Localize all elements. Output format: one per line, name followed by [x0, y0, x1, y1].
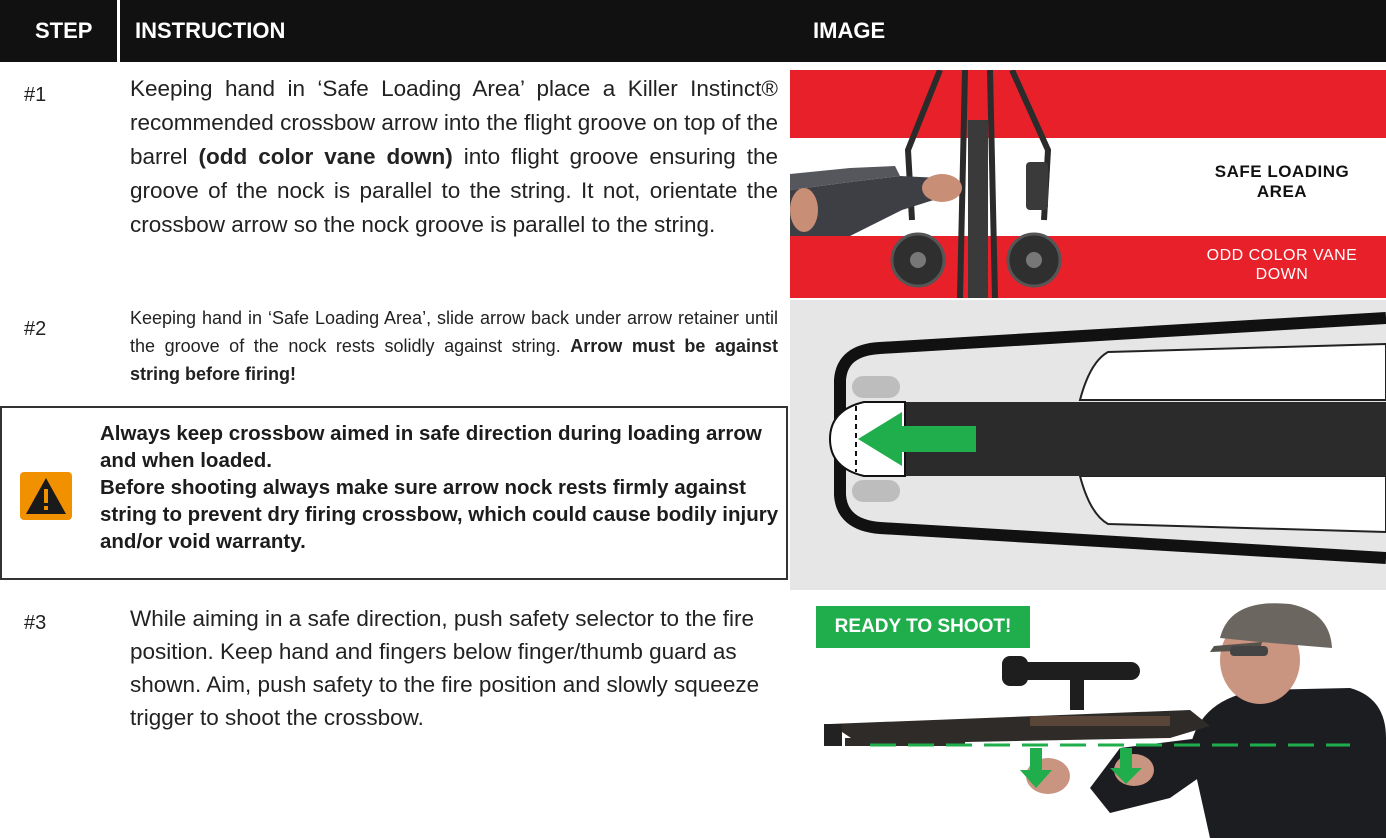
- header-image: IMAGE: [813, 18, 886, 43]
- header-instruction: INSTRUCTION: [135, 18, 286, 43]
- warning-icon: [20, 472, 72, 520]
- step-3-number: #3: [24, 612, 47, 634]
- step-1-bold-text: (odd color vane down): [198, 144, 453, 169]
- step-1-instruction: Keeping hand in ‘Safe Loading Area’ plac…: [130, 72, 778, 242]
- safe-loading-area-label: SAFE LOADING AREA: [1214, 162, 1350, 201]
- warning-line-2: Before shooting always make sure arrow n…: [100, 476, 779, 553]
- step-3-instruction: While aiming in a safe direction, push s…: [130, 606, 760, 730]
- warning-line-1: Always keep crossbow aimed in safe direc…: [100, 422, 762, 472]
- warning-box: Always keep crossbow aimed in safe direc…: [0, 406, 788, 580]
- warning-text: Always keep crossbow aimed in safe direc…: [100, 420, 780, 555]
- ready-to-shoot-badge: READY TO SHOOT!: [816, 606, 1030, 648]
- image-arrow-nock-diagram: [790, 300, 1386, 590]
- table-header: STEP INSTRUCTION IMAGE: [0, 0, 1386, 62]
- image-safe-loading-area: SAFE LOADING AREA ODD COLOR VANE DOWN: [790, 70, 1386, 298]
- step-2-instruction: Keeping hand in ‘Safe Loading Area’, sli…: [130, 304, 778, 388]
- arrow-nock-illustration: [790, 300, 1386, 590]
- header-divider: [117, 0, 120, 62]
- step-1-number: #1: [24, 84, 47, 106]
- header-step: STEP: [35, 18, 93, 43]
- step-2-number: #2: [24, 318, 47, 340]
- image-ready-to-shoot: READY TO SHOOT!: [790, 598, 1386, 838]
- odd-color-vane-label: ODD COLOR VANE DOWN: [1206, 247, 1358, 283]
